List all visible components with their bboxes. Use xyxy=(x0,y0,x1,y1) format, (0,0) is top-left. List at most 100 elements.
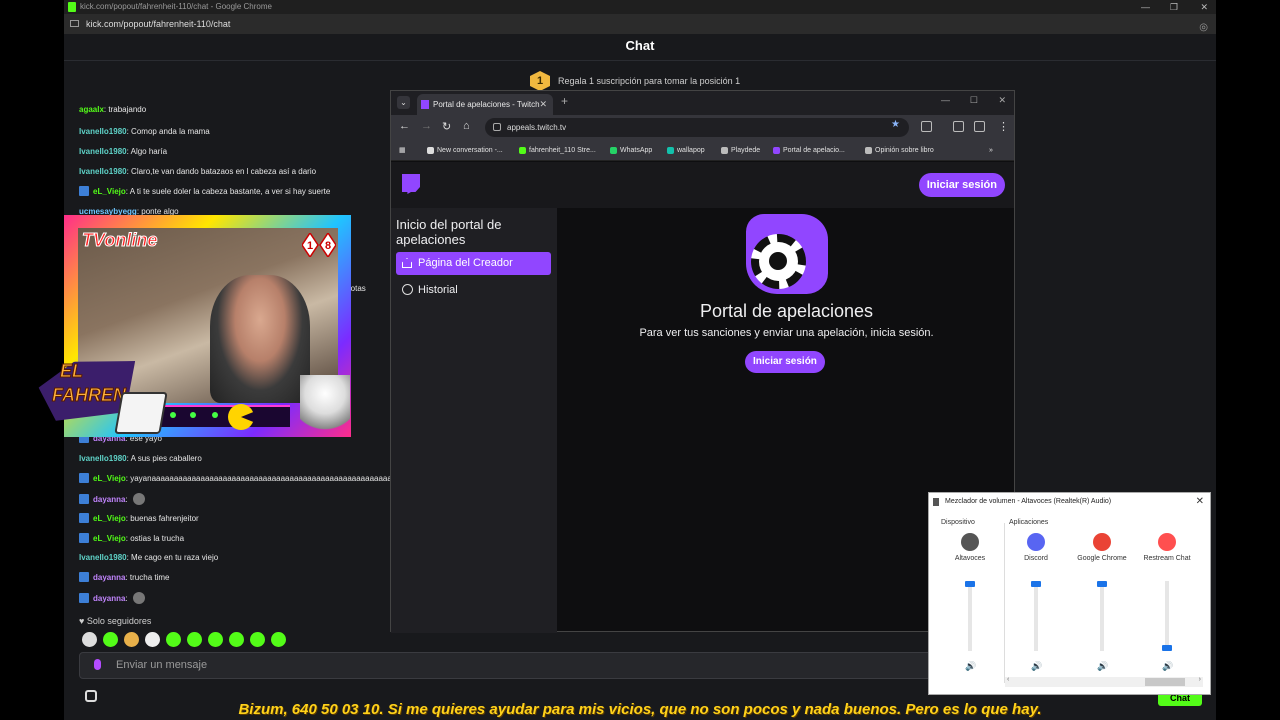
chat-username[interactable]: eL_Viejo xyxy=(93,514,126,523)
tv-online-logo: TVonline xyxy=(81,230,158,251)
volume-slider[interactable] xyxy=(1165,581,1169,651)
volume-slider[interactable] xyxy=(1100,581,1104,651)
chat-username[interactable]: Ivanello1980 xyxy=(79,147,127,156)
login-button-main[interactable]: Iniciar sesión xyxy=(745,351,825,373)
mixer-channel: Google Chrome xyxy=(1071,533,1133,562)
chat-message: dayanna: xyxy=(79,492,145,505)
close-icon[interactable]: ✕ xyxy=(998,95,1006,106)
bookmark-item[interactable]: Playdede xyxy=(721,141,760,161)
emote-icon[interactable] xyxy=(145,632,160,647)
bookmark-item[interactable]: fahrenheit_110 Stre... xyxy=(519,141,596,161)
user-badge-icon xyxy=(79,186,89,196)
gift-sub-banner[interactable]: 1 Regala 1 suscripción para tomar la pos… xyxy=(530,70,740,92)
reload-icon[interactable]: ↻ xyxy=(442,120,451,133)
tab-search-icon[interactable]: ⌄ xyxy=(397,96,410,109)
emote-icon[interactable] xyxy=(250,632,265,647)
donation-ticker: Bizum, 640 50 03 10. Si me quieres ayuda… xyxy=(238,701,1042,718)
chat-title: Chat xyxy=(625,38,655,53)
mute-toggle-icon[interactable]: 🔊 xyxy=(965,661,976,672)
user-badge-icon xyxy=(79,512,89,523)
new-tab-icon[interactable]: + xyxy=(561,94,568,108)
chat-message-input[interactable]: Enviar un mensaje xyxy=(79,652,979,679)
history-icon xyxy=(402,284,413,295)
minimize-icon[interactable]: — xyxy=(941,95,950,105)
mute-toggle-icon[interactable]: 🔊 xyxy=(1162,661,1173,672)
tab-appeals[interactable]: Portal de apelaciones - Twitch ✕ xyxy=(417,94,553,115)
scroll-thumb[interactable] xyxy=(1145,678,1185,686)
home-icon[interactable]: ⌂ xyxy=(463,120,470,132)
login-button-header[interactable]: Iniciar sesión xyxy=(918,173,1005,197)
chat-message-text: yayanaaaaaaaaaaaaaaaaaaaaaaaaaaaaaaaaaaa… xyxy=(130,473,410,483)
media-icon[interactable] xyxy=(953,121,964,132)
mute-toggle-icon[interactable]: 🔊 xyxy=(1031,661,1042,672)
volume-slider-thumb[interactable] xyxy=(1162,645,1172,651)
mic-icon[interactable] xyxy=(94,659,101,670)
chat-username[interactable]: eL_Viejo xyxy=(93,474,126,483)
emote-icon[interactable] xyxy=(166,632,181,647)
menu-dots-icon[interactable]: ⋮ xyxy=(998,120,1009,133)
chat-username[interactable]: Ivanello1980 xyxy=(79,553,127,562)
scroll-left-icon[interactable]: ‹ xyxy=(1007,676,1009,683)
sidebar-item-creator-page[interactable]: Página del Creador xyxy=(396,252,551,275)
chat-username[interactable]: agaalx xyxy=(79,105,104,114)
chat-username[interactable]: Ivanello1980 xyxy=(79,454,127,463)
rank-badge-icon: 1 xyxy=(530,71,550,91)
apps-grid-icon[interactable]: ▦ xyxy=(399,141,406,161)
chat-username[interactable]: dayanna xyxy=(93,594,125,603)
scroll-right-icon[interactable]: › xyxy=(1199,676,1201,683)
emote-icon[interactable] xyxy=(82,632,97,647)
back-icon[interactable]: ← xyxy=(399,120,410,132)
bookmark-item[interactable]: wallapop xyxy=(667,141,705,161)
volume-slider[interactable] xyxy=(1034,581,1038,651)
forward-icon[interactable]: → xyxy=(421,120,432,132)
bookmark-item[interactable]: Opinión sobre libro xyxy=(865,141,934,161)
extensions-icon[interactable] xyxy=(921,121,932,132)
profile-icon[interactable] xyxy=(974,121,985,132)
chat-username[interactable]: Ivanello1980 xyxy=(79,167,127,176)
volume-slider-thumb[interactable] xyxy=(1097,581,1107,587)
tab-close-icon[interactable]: ✕ xyxy=(539,94,547,115)
close-icon[interactable]: ✕ xyxy=(1200,0,1208,14)
restore-icon[interactable]: ❐ xyxy=(1170,0,1178,14)
minimize-icon[interactable]: — xyxy=(1141,0,1150,14)
bookmark-item[interactable]: Portal de apelacio... xyxy=(773,141,845,161)
appeals-sidebar: Inicio del portal de apelaciones Página … xyxy=(391,208,557,633)
volume-mixer-title-bar: Mezclador de volumen - Altavoces (Realte… xyxy=(929,493,1210,511)
bookmark-item[interactable]: New conversation -... xyxy=(427,141,503,161)
emote-icon[interactable] xyxy=(271,632,286,647)
bookmark-item[interactable]: WhatsApp xyxy=(610,141,652,161)
popout-url-bar[interactable]: kick.com/popout/fahrenheit-110/chat ◎ xyxy=(64,14,1216,34)
more-bookmarks-icon[interactable]: » xyxy=(989,141,993,161)
site-info-icon[interactable] xyxy=(70,20,79,27)
emote-icon[interactable] xyxy=(103,632,118,647)
chat-username[interactable]: Ivanello1980 xyxy=(79,127,127,136)
twitch-logo-icon[interactable] xyxy=(402,174,420,194)
emote-icon[interactable] xyxy=(124,632,139,647)
bookmark-star-icon[interactable]: ★ xyxy=(891,119,900,130)
emote-icon xyxy=(132,492,145,505)
channel-name: Altavoces xyxy=(954,555,986,562)
volume-slider[interactable] xyxy=(968,581,972,651)
speaker-app-icon xyxy=(933,498,939,506)
emote-icon[interactable] xyxy=(229,632,244,647)
chat-username[interactable]: dayanna xyxy=(93,495,125,504)
omnibox[interactable]: appeals.twitch.tv xyxy=(485,118,909,137)
site-info-icon[interactable] xyxy=(493,123,501,131)
chat-message: Ivanello1980: A sus pies caballero xyxy=(79,453,202,465)
emote-icon[interactable] xyxy=(208,632,223,647)
volume-slider-thumb[interactable] xyxy=(1031,581,1041,587)
maximize-icon[interactable]: ☐ xyxy=(970,95,978,106)
emote-icon[interactable] xyxy=(187,632,202,647)
horizontal-scrollbar[interactable]: ‹ › xyxy=(1005,676,1203,687)
bookmark-label: Playdede xyxy=(731,147,761,154)
mixer-channel: Discord xyxy=(1005,533,1067,562)
volume-slider-thumb[interactable] xyxy=(965,581,975,587)
chat-username[interactable]: eL_Viejo xyxy=(93,187,126,196)
mute-toggle-icon[interactable]: 🔊 xyxy=(1097,661,1108,672)
sidebar-item-history[interactable]: Historial xyxy=(396,280,551,300)
chat-username[interactable]: eL_Viejo xyxy=(93,534,126,543)
chat-message-text: Claro,te van dando batazaos en l cabeza … xyxy=(131,167,317,176)
pac-dot xyxy=(212,412,218,418)
chat-username[interactable]: dayanna xyxy=(93,573,125,582)
close-icon[interactable]: ✕ xyxy=(1196,493,1204,511)
